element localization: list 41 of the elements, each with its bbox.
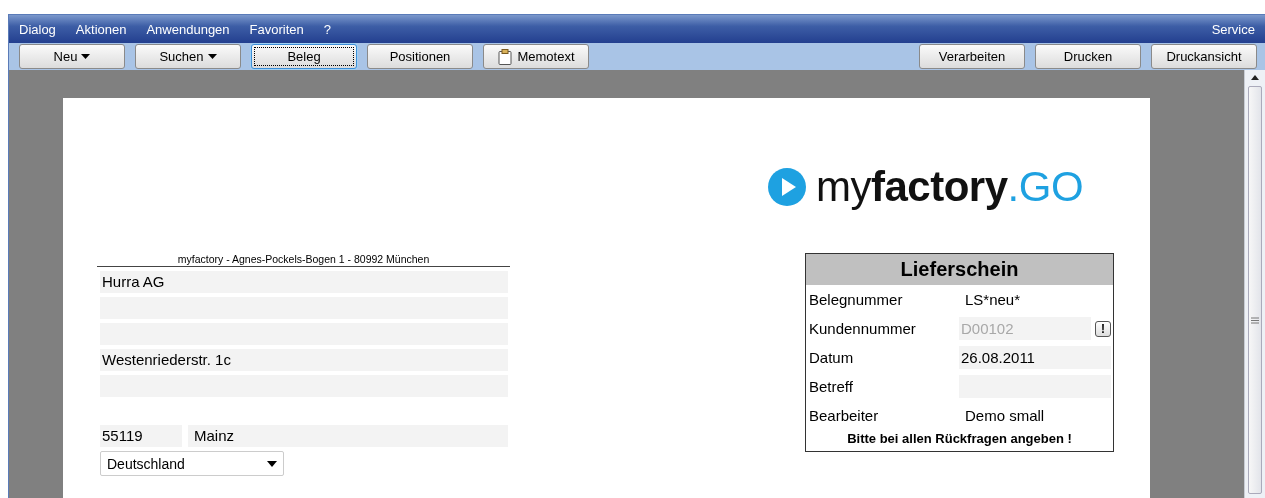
caret-icon bbox=[81, 54, 91, 60]
input-field[interactable]: 26.08.2011 bbox=[959, 346, 1111, 369]
toolbar-button[interactable]: Druckansicht bbox=[1151, 44, 1257, 70]
toolbar-button[interactable]: Beleg bbox=[251, 44, 357, 70]
logo-text: myfactory.GO bbox=[816, 166, 1084, 208]
toolbar-button[interactable]: Memotext bbox=[483, 44, 589, 70]
input-field: D00102 bbox=[959, 317, 1091, 340]
field-value: LS*neu* bbox=[964, 291, 1022, 308]
sender-line: myfactory - Agnes-Pockels-Bogen 1 - 80992 München bbox=[97, 253, 510, 267]
caret-icon bbox=[207, 54, 217, 60]
field-label: Kundennummer bbox=[808, 320, 917, 337]
zip-field[interactable]: 55119 bbox=[100, 425, 182, 447]
toolbar-button[interactable]: Neu bbox=[19, 44, 125, 70]
field-label: Datum bbox=[808, 349, 855, 366]
play-icon bbox=[768, 168, 806, 206]
field-label: Bearbeiter bbox=[808, 407, 880, 424]
clipboard-icon bbox=[497, 48, 514, 65]
note-text: Bitte bei allen Rückfragen angeben ! bbox=[846, 430, 1073, 448]
city-field[interactable]: Mainz bbox=[188, 425, 508, 447]
field-label: Belegnummer bbox=[808, 291, 904, 308]
field-value: Demo small bbox=[964, 407, 1046, 424]
menu-item[interactable]: Aktionen bbox=[75, 21, 127, 37]
document-title: Lieferschein bbox=[806, 254, 1113, 285]
scrollbar[interactable] bbox=[1244, 70, 1265, 498]
toolbar-button[interactable]: Verarbeiten bbox=[919, 44, 1025, 70]
menu-item[interactable]: Service bbox=[1211, 21, 1255, 37]
scroll-thumb[interactable] bbox=[1248, 86, 1262, 494]
address-field[interactable]: Westenriederstr. 1c bbox=[100, 349, 508, 371]
menu-item[interactable]: Dialog bbox=[19, 21, 56, 37]
field-label: Betreff bbox=[808, 378, 854, 395]
info-button[interactable]: ! bbox=[1095, 320, 1111, 337]
menu-item[interactable]: ? bbox=[323, 21, 332, 37]
toolbar-button[interactable]: Suchen bbox=[135, 44, 241, 70]
up-arrow-icon[interactable] bbox=[1250, 74, 1260, 82]
toolbar-button[interactable]: Drucken bbox=[1035, 44, 1141, 70]
caret-icon bbox=[267, 460, 277, 467]
toolbar-button[interactable]: Positionen bbox=[367, 44, 473, 70]
menu-item[interactable]: Favoriten bbox=[249, 21, 304, 37]
country-dropdown[interactable]: Deutschland bbox=[100, 451, 284, 476]
menu-item[interactable]: Anwendungen bbox=[146, 21, 230, 37]
address-field[interactable]: Hurra AG bbox=[100, 271, 508, 293]
